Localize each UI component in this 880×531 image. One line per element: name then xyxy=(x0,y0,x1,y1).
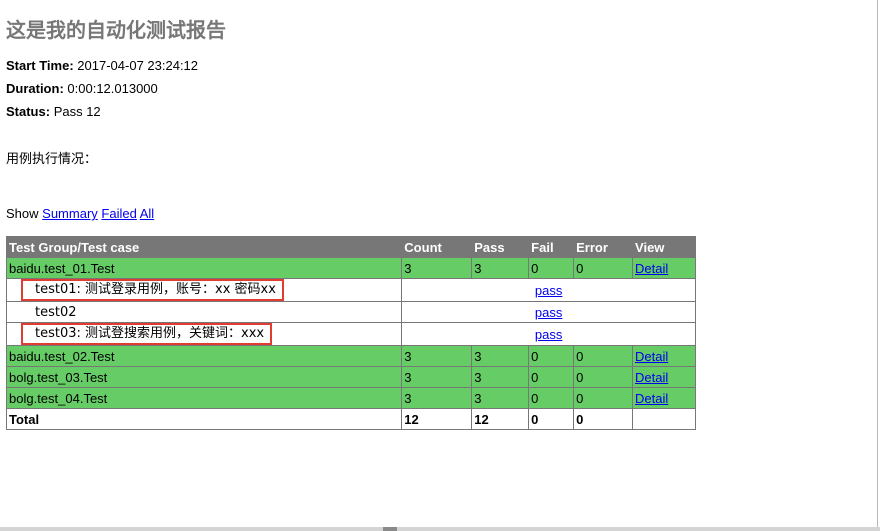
start-time-line: Start Time: 2017-04-07 23:24:12 xyxy=(6,58,198,74)
show-label: Show xyxy=(6,206,39,221)
col-header-view: View xyxy=(632,236,696,258)
case-result-cell: pass xyxy=(401,322,696,346)
show-all-link[interactable]: All xyxy=(140,206,154,221)
group-view-cell: Detail xyxy=(632,366,696,388)
case-name-highlighted: test03: 测试登搜索用例，关键词：xxx xyxy=(21,323,273,345)
total-row: Total 12 12 0 0 xyxy=(5,408,696,430)
group-pass: 3 xyxy=(471,366,530,388)
group-view-cell: Detail xyxy=(632,345,696,367)
group-fail: 0 xyxy=(528,366,575,388)
case-result-cell: pass xyxy=(401,278,696,302)
table-header-row: Test Group/Test case Count Pass Fail Err… xyxy=(5,236,696,258)
group-row: bolg.test_04.Test 3 3 0 0 Detail xyxy=(5,387,696,409)
window-bottom-border xyxy=(0,527,880,531)
group-pass: 3 xyxy=(471,345,530,367)
detail-link[interactable]: Detail xyxy=(635,349,668,364)
group-count: 3 xyxy=(401,387,473,409)
group-view-cell: Detail xyxy=(632,387,696,409)
group-view-cell: Detail xyxy=(632,257,696,279)
group-name: baidu.test_02.Test xyxy=(5,345,403,367)
group-name: bolg.test_04.Test xyxy=(5,387,403,409)
duration-line: Duration: 0:00:12.013000 xyxy=(6,81,158,97)
total-pass: 12 xyxy=(471,408,530,430)
report-heading: 这是我的自动化测试报告 xyxy=(6,18,226,42)
case-name-cell: test03: 测试登搜索用例，关键词：xxx xyxy=(5,322,403,346)
col-header-count: Count xyxy=(401,236,473,258)
pass-link[interactable]: pass xyxy=(535,305,562,320)
group-fail: 0 xyxy=(528,345,575,367)
group-fail: 0 xyxy=(528,387,575,409)
group-error: 0 xyxy=(573,387,634,409)
case-row: test02 pass xyxy=(5,301,696,323)
duration-label: Duration: xyxy=(6,81,64,96)
case-row: test01: 测试登录用例，账号：xx 密码xx pass xyxy=(5,278,696,302)
duration-value: 0:00:12.013000 xyxy=(67,81,158,96)
group-count: 3 xyxy=(401,345,473,367)
group-pass: 3 xyxy=(471,387,530,409)
detail-link[interactable]: Detail xyxy=(635,370,668,385)
col-header-test-case: Test Group/Test case xyxy=(5,236,403,258)
case-name-cell: test01: 测试登录用例，账号：xx 密码xx xyxy=(5,278,403,302)
pass-link[interactable]: pass xyxy=(535,327,562,342)
show-filter-bar: Show Summary Failed All xyxy=(6,206,154,221)
total-view-empty xyxy=(632,408,696,430)
group-row: baidu.test_01.Test 3 3 0 0 Detail xyxy=(5,257,696,279)
total-error: 0 xyxy=(573,408,634,430)
result-table: Test Group/Test case Count Pass Fail Err… xyxy=(5,236,696,430)
group-fail: 0 xyxy=(528,257,575,279)
detail-link[interactable]: Detail xyxy=(635,261,668,276)
group-error: 0 xyxy=(573,345,634,367)
col-header-pass: Pass xyxy=(471,236,530,258)
status-value: Pass 12 xyxy=(53,104,101,119)
total-label: Total xyxy=(5,408,403,430)
start-time-label: Start Time: xyxy=(6,58,74,73)
group-error: 0 xyxy=(573,257,634,279)
group-count: 3 xyxy=(401,257,473,279)
case-row: test03: 测试登搜索用例，关键词：xxx pass xyxy=(5,322,696,346)
detail-link[interactable]: Detail xyxy=(635,391,668,406)
total-count: 12 xyxy=(401,408,473,430)
start-time-value: 2017-04-07 23:24:12 xyxy=(77,58,199,73)
pass-link[interactable]: pass xyxy=(535,283,562,298)
group-count: 3 xyxy=(401,366,473,388)
group-row: bolg.test_03.Test 3 3 0 0 Detail xyxy=(5,366,696,388)
col-header-fail: Fail xyxy=(528,236,575,258)
status-label: Status: xyxy=(6,104,51,119)
show-summary-link[interactable]: Summary xyxy=(42,206,98,221)
group-pass: 3 xyxy=(471,257,530,279)
case-result-cell: pass xyxy=(401,301,696,323)
group-name: baidu.test_01.Test xyxy=(5,257,403,279)
total-fail: 0 xyxy=(528,408,575,430)
group-name: bolg.test_03.Test xyxy=(5,366,403,388)
taskbar-marker xyxy=(383,527,397,531)
group-row: baidu.test_02.Test 3 3 0 0 Detail xyxy=(5,345,696,367)
col-header-error: Error xyxy=(573,236,634,258)
case-name-cell: test02 xyxy=(5,301,403,323)
show-failed-link[interactable]: Failed xyxy=(101,206,136,221)
window-right-border xyxy=(877,0,878,531)
group-error: 0 xyxy=(573,366,634,388)
report-description: 用例执行情况： xyxy=(6,152,98,167)
case-name-highlighted: test01: 测试登录用例，账号：xx 密码xx xyxy=(21,279,284,301)
status-line: Status: Pass 12 xyxy=(6,104,101,120)
